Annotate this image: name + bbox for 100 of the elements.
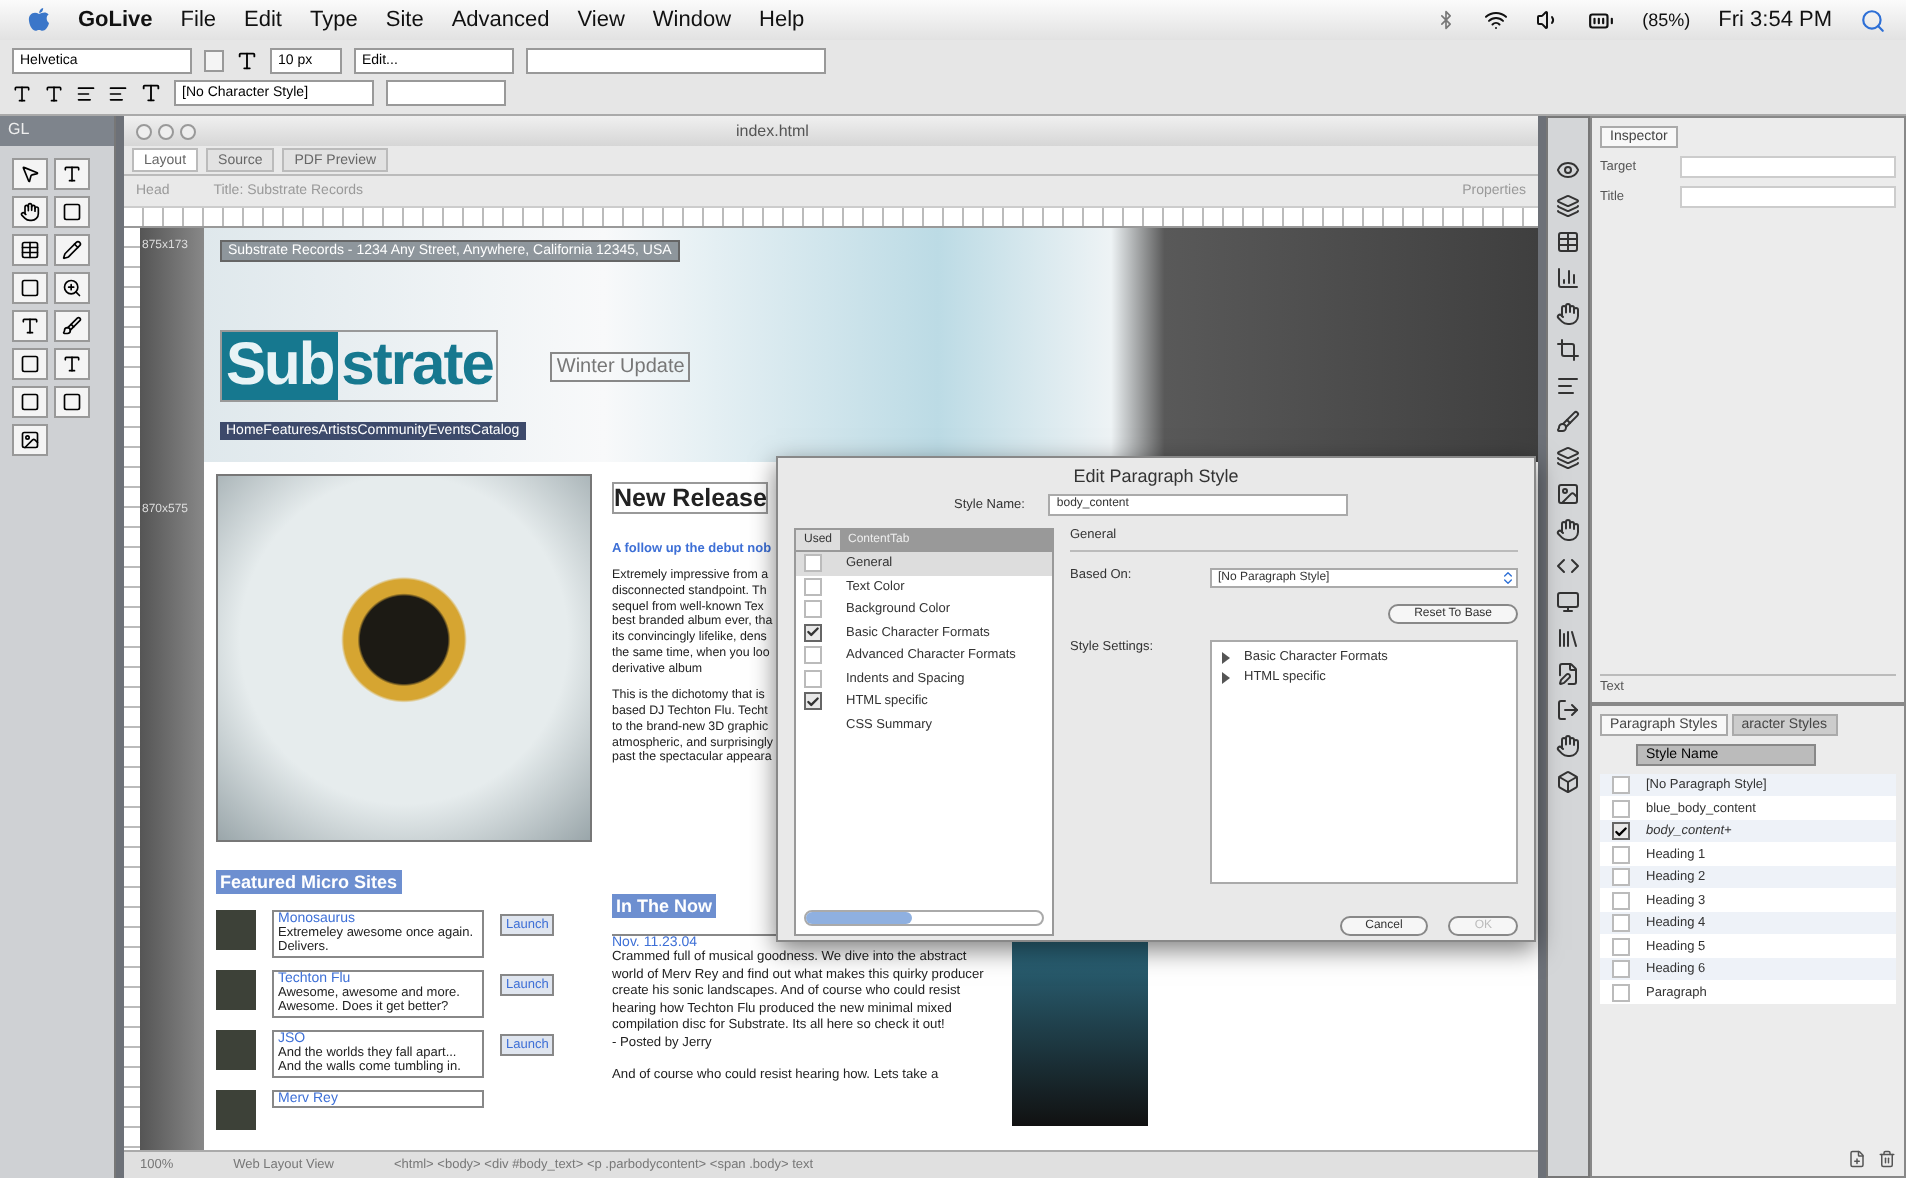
text-tool-button[interactable] <box>54 348 90 380</box>
italic-text-icon[interactable] <box>44 83 64 103</box>
menu-item[interactable]: Site <box>385 8 424 32</box>
align-center-icon[interactable] <box>108 83 128 103</box>
eye-icon[interactable] <box>1556 158 1580 182</box>
menu-item[interactable]: Type <box>310 8 358 32</box>
checkbox[interactable] <box>1612 845 1630 864</box>
checkbox[interactable] <box>804 646 822 665</box>
layers-icon[interactable] <box>1556 446 1580 470</box>
menu-item[interactable]: View <box>577 8 625 32</box>
battery-icon[interactable] <box>1588 7 1615 33</box>
text-tool-button[interactable] <box>12 310 48 342</box>
align-left-icon[interactable] <box>76 83 96 103</box>
new-file-icon[interactable] <box>1848 1150 1866 1168</box>
checkbox[interactable] <box>804 623 822 642</box>
battery-percent: (85%) <box>1642 10 1691 30</box>
checkbox[interactable] <box>1612 891 1630 910</box>
zoom-icon <box>62 278 82 298</box>
thumbnail-photo <box>216 970 256 1010</box>
align-icon[interactable] <box>1556 374 1580 398</box>
apple-icon[interactable] <box>28 8 50 32</box>
pencil-icon <box>62 240 82 260</box>
square-tool-button[interactable] <box>54 386 90 418</box>
checkbox[interactable] <box>1612 983 1630 1002</box>
checkbox[interactable] <box>804 554 822 573</box>
image-tool-button[interactable] <box>12 424 48 456</box>
winter-update-text: Winter Update <box>550 351 691 381</box>
text-tool-button[interactable] <box>54 158 90 190</box>
toolbox-title: GL <box>0 116 114 146</box>
menu-item[interactable]: Advanced <box>451 8 550 32</box>
search-icon[interactable] <box>1860 7 1886 33</box>
checkbox[interactable] <box>1612 776 1630 795</box>
image-icon[interactable] <box>1556 482 1580 506</box>
pointer-icon <box>20 164 40 184</box>
font-size-icon <box>236 50 258 72</box>
scrollbar[interactable] <box>804 910 1044 926</box>
bold-text-icon[interactable] <box>12 83 32 103</box>
disclosure-triangle-icon[interactable] <box>1220 671 1232 683</box>
pointer-tool-button[interactable] <box>12 158 48 190</box>
pencil-tool-button[interactable] <box>54 234 90 266</box>
checkbox[interactable] <box>804 600 822 619</box>
menu-item[interactable]: File <box>180 8 217 32</box>
square-icon <box>62 392 82 412</box>
target-field[interactable] <box>386 80 506 106</box>
checkbox[interactable] <box>1612 914 1630 933</box>
zoom-tool-button[interactable] <box>54 272 90 304</box>
thumbnail-photo <box>216 910 256 950</box>
dialog-title: Edit Paragraph Style <box>1071 464 1241 490</box>
cube-icon[interactable] <box>1556 770 1580 794</box>
file-edit-icon[interactable] <box>1556 662 1580 686</box>
bluetooth-icon[interactable] <box>1436 10 1457 30</box>
thumbnail-photo <box>216 1030 256 1070</box>
window-title: index.html <box>736 122 809 140</box>
code-icon[interactable] <box>1556 554 1580 578</box>
checkbox[interactable] <box>1612 822 1630 841</box>
checkbox[interactable] <box>1612 799 1630 818</box>
checkbox[interactable] <box>1612 960 1630 979</box>
square-tool-button[interactable] <box>12 348 48 380</box>
scrollbar-thumb[interactable] <box>806 912 913 924</box>
square-icon <box>62 202 82 222</box>
section-heading: Featured Micro Sites <box>216 870 402 894</box>
brush-icon <box>62 316 82 336</box>
library-icon[interactable] <box>1556 626 1580 650</box>
checkmark-icon <box>1614 823 1628 840</box>
hand-icon[interactable] <box>1556 518 1580 542</box>
menu-item[interactable]: Window <box>652 8 732 32</box>
checkbox[interactable] <box>1612 868 1630 887</box>
character-style-icon <box>140 82 162 104</box>
table-tool-button[interactable] <box>12 234 48 266</box>
disclosure-triangle-icon[interactable] <box>1220 651 1232 663</box>
square-tool-button[interactable] <box>54 196 90 228</box>
trash-icon[interactable] <box>1878 1150 1896 1168</box>
table-icon <box>20 240 40 260</box>
input-field[interactable] <box>1680 186 1896 208</box>
section-heading: In The Now <box>612 894 716 918</box>
hand-icon[interactable] <box>1556 302 1580 326</box>
square-tool-button[interactable] <box>12 386 48 418</box>
dropdown-arrow-button[interactable] <box>204 50 224 72</box>
square-tool-button[interactable] <box>12 272 48 304</box>
input-field[interactable] <box>1680 156 1896 178</box>
chart-icon[interactable] <box>1556 266 1580 290</box>
brush-icon[interactable] <box>1556 410 1580 434</box>
checkbox[interactable] <box>804 692 822 711</box>
hand-icon[interactable] <box>1556 734 1580 758</box>
checkbox[interactable] <box>804 669 822 688</box>
brush-tool-button[interactable] <box>54 310 90 342</box>
checkbox[interactable] <box>804 577 822 596</box>
table-icon[interactable] <box>1556 230 1580 254</box>
hand-tool-button[interactable] <box>12 196 48 228</box>
thumbnail-photo <box>216 1090 256 1130</box>
link-field[interactable] <box>526 48 826 74</box>
exit-icon[interactable] <box>1556 698 1580 722</box>
layers-icon[interactable] <box>1556 194 1580 218</box>
menu-item[interactable]: Help <box>759 8 805 32</box>
monitor-icon[interactable] <box>1556 590 1580 614</box>
app-menu[interactable]: GoLive <box>78 8 153 32</box>
menu-item[interactable]: Edit <box>244 8 282 32</box>
crop-icon[interactable] <box>1556 338 1580 362</box>
clock[interactable]: Fri 3:54 PM <box>1718 8 1832 32</box>
checkbox[interactable] <box>1612 937 1630 956</box>
